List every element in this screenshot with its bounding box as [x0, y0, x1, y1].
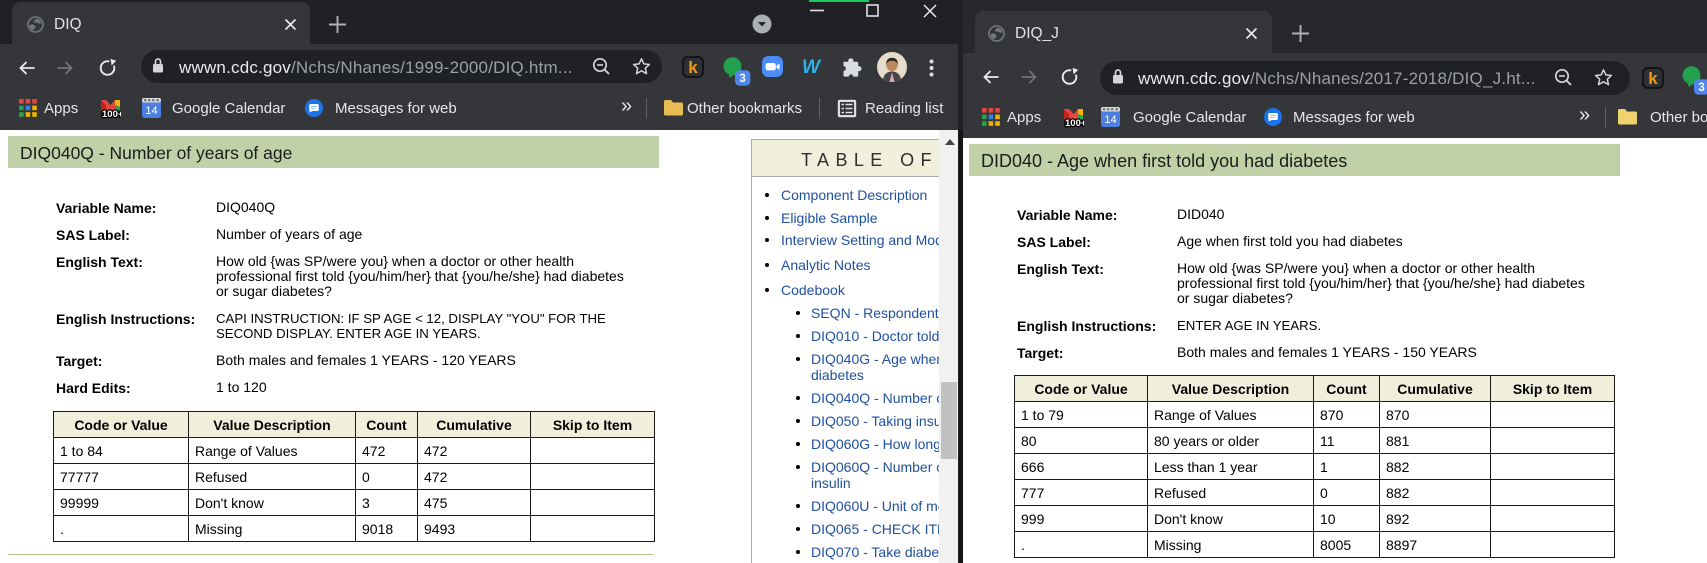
svg-text:W: W	[802, 57, 822, 77]
svg-text:k: k	[688, 58, 698, 77]
svg-text:k: k	[1648, 69, 1658, 88]
svg-text:14: 14	[1104, 114, 1116, 126]
svg-text:3: 3	[1698, 82, 1704, 94]
svg-text:100+: 100+	[1065, 118, 1084, 128]
svg-text:100+: 100+	[102, 109, 121, 119]
svg-text:3: 3	[739, 73, 745, 85]
svg-text:14: 14	[145, 105, 157, 117]
